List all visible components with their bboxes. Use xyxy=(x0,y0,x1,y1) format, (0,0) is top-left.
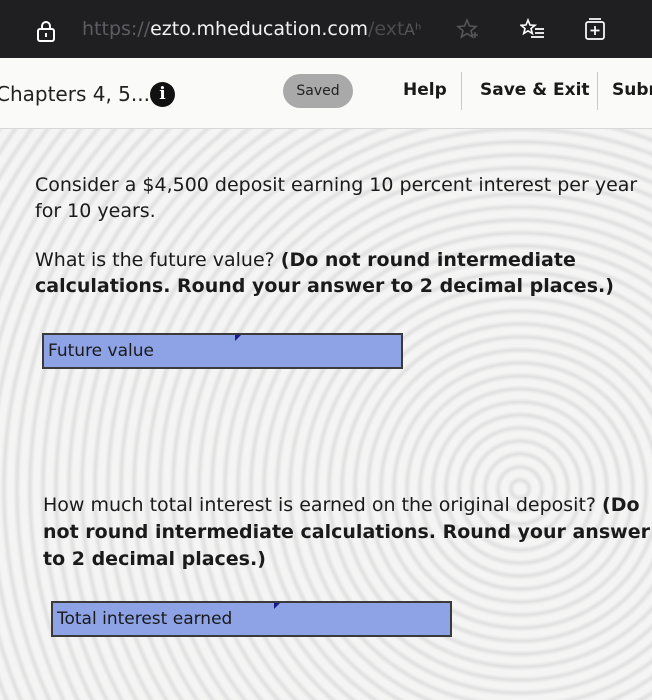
url-scheme: https:// xyxy=(82,18,151,40)
assignment-header: Chapters 4, 5... i Saved Help Save & Exi… xyxy=(0,58,652,129)
saved-status-badge: Saved xyxy=(283,74,353,108)
input-marker-icon xyxy=(235,335,241,341)
question-panel: Consider a $4,500 deposit earning 10 per… xyxy=(0,129,652,700)
part1-text: What is the future value? xyxy=(35,249,281,271)
lock-icon[interactable] xyxy=(36,20,56,42)
question-prompt: Consider a $4,500 deposit earning 10 per… xyxy=(35,174,638,222)
favorites-list-icon[interactable] xyxy=(520,18,546,40)
future-value-input[interactable] xyxy=(233,335,401,367)
url-tail: /ext xyxy=(368,18,405,40)
save-exit-button[interactable]: Save & Exit xyxy=(480,80,590,100)
address-bar[interactable]: https://ezto.mheducation.com/ext xyxy=(82,18,404,40)
add-favorite-icon[interactable] xyxy=(456,18,480,40)
part2-text: How much total interest is earned on the… xyxy=(43,494,603,516)
total-interest-input[interactable] xyxy=(272,603,450,635)
header-divider xyxy=(597,72,598,110)
header-divider xyxy=(461,72,462,110)
submit-button[interactable]: Subm xyxy=(612,80,652,100)
total-interest-row: Total interest earned xyxy=(51,601,452,637)
browser-toolbar: https://ezto.mheducation.com/ext Aʰ xyxy=(0,0,652,58)
total-interest-label: Total interest earned xyxy=(53,603,274,635)
future-value-label: Future value xyxy=(44,335,235,367)
reader-view-icon[interactable]: Aʰ xyxy=(404,20,421,39)
url-domain: ezto.mheducation.com xyxy=(150,18,368,40)
question-part1: What is the future value? (Do not round … xyxy=(35,247,635,299)
info-icon[interactable]: i xyxy=(150,82,175,107)
question-part2: How much total interest is earned on the… xyxy=(43,492,652,573)
collections-icon[interactable] xyxy=(583,17,607,41)
assignment-title: Chapters 4, 5... xyxy=(0,82,150,106)
help-button[interactable]: Help xyxy=(403,80,447,100)
future-value-row: Future value xyxy=(42,333,403,369)
input-marker-icon xyxy=(274,603,280,609)
